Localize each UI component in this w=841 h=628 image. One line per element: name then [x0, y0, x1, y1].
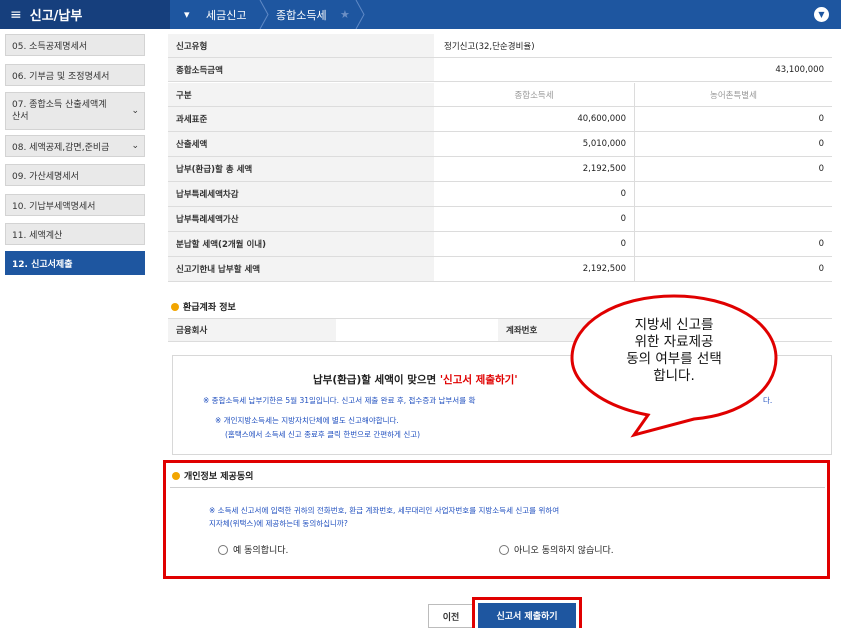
sidebar-item-label: 12. 신고서제출: [12, 259, 73, 270]
row-label: 분납할 세액(2개월 이내): [168, 232, 434, 256]
sidebar-item-06[interactable]: 06. 기부금 및 조정명세서: [5, 64, 145, 86]
prev-button[interactable]: 이전: [428, 604, 474, 628]
privacy-consent-box: 개인정보 제공동의 ※ 소득세 신고서에 입력한 귀하의 전화번호, 환급 계좌…: [163, 460, 830, 579]
table-row: 신고기한내 납부할 세액 2,192,500 0: [168, 257, 832, 282]
balloon-text: 지방세 신고를 위한 자료제공 동의 여부를 선택 합니다.: [626, 317, 722, 384]
top-navigation-bar: ≡ 신고/납부 ▾ 세금신고 종합소득세 ★ ▼: [0, 0, 841, 29]
radio-circle-icon[interactable]: [218, 544, 228, 555]
consent-divider: [170, 487, 825, 488]
sidebar: 05. 소득공제명세서 06. 기부금 및 조정명세서 07. 종합소득 산출세…: [0, 29, 148, 628]
breadcrumb-toggle-icon[interactable]: ▾: [184, 0, 190, 29]
income-tax-value: 0: [620, 214, 626, 224]
sidebar-item-08[interactable]: 08. 세액공제,감면,준비금 ⌄: [5, 135, 145, 157]
chevron-down-icon[interactable]: ⌄: [131, 105, 139, 117]
filing-type-value: 정기신고(32,단순경비율): [444, 41, 535, 52]
row-label: 신고유형: [168, 34, 434, 57]
consent-text-line1: ※ 소득세 신고서에 입력한 귀하의 전화번호, 환급 계좌번호, 세무대리인 …: [209, 506, 560, 515]
rural-tax-value: 0: [634, 157, 832, 181]
sidebar-item-05[interactable]: 05. 소득공제명세서: [5, 34, 145, 56]
notice-local-tax-hint: (홈택스에서 소득세 신고 종료후 클릭 한번으로 간편하게 신고): [225, 430, 421, 439]
chevron-down-icon[interactable]: ⌄: [131, 141, 139, 151]
income-tax-value: 2,192,500: [582, 164, 626, 174]
breadcrumb-income-tax[interactable]: 종합소득세: [276, 0, 327, 29]
consent-section-title: 개인정보 제공동의: [172, 469, 253, 482]
summary-row-filing-type: 신고유형 정기신고(32,단순경비율): [168, 34, 832, 58]
sidebar-item-09[interactable]: 09. 가산세명세서: [5, 164, 145, 186]
hamburger-menu-icon[interactable]: ≡: [10, 7, 22, 23]
sidebar-item-11[interactable]: 11. 세액계산: [5, 223, 145, 245]
notice-local-tax-text: ※ 개인지방소득세는 지방자치단체에 별도 신고해야합니다.: [215, 416, 399, 425]
sidebar-item-label: 09. 가산세명세서: [12, 171, 79, 182]
rural-tax-value: 0: [634, 107, 832, 131]
income-tax-value: 0: [620, 239, 626, 249]
table-header-row: 구분 종합소득세 농어촌특별세: [168, 83, 832, 107]
table-row: 과세표준 40,600,000 0: [168, 107, 832, 132]
row-label: 납부특례세액차감: [168, 182, 434, 206]
income-value: 43,100,000: [775, 64, 824, 75]
sidebar-item-label: 08. 세액공제,감면,준비금: [12, 142, 110, 153]
bullet-icon: [172, 471, 180, 480]
disagree-radio[interactable]: 아니오 동의하지 않습니다.: [499, 543, 614, 556]
radio-circle-icon[interactable]: [499, 544, 509, 555]
table-row: 산출세액 5,010,000 0: [168, 132, 832, 157]
bank-label: 금융회사: [168, 319, 336, 341]
income-tax-value: 40,600,000: [577, 114, 626, 124]
table-row: 납부(환급)할 총 세액 2,192,500 0: [168, 157, 832, 182]
rural-tax-value: [634, 182, 832, 206]
row-label: 과세표준: [168, 107, 434, 131]
rural-tax-value: 0: [634, 257, 832, 281]
income-tax-value: 2,192,500: [582, 264, 626, 274]
table-row: 분납할 세액(2개월 이내) 0 0: [168, 232, 832, 257]
menu-header[interactable]: ≡ 신고/납부: [0, 0, 170, 29]
speech-balloon: 지방세 신고를 위한 자료제공 동의 여부를 선택 합니다.: [568, 293, 780, 438]
row-label: 신고기한내 납부할 세액: [168, 257, 434, 281]
sidebar-item-label: 11. 세액계산: [12, 230, 63, 241]
row-label: 종합소득금액: [168, 58, 434, 81]
summary-row-income: 종합소득금액 43,100,000: [168, 58, 832, 82]
column-header-label: 구분: [168, 83, 434, 106]
column-header-income-tax: 종합소득세: [514, 90, 554, 101]
favorite-star-icon[interactable]: ★: [340, 0, 350, 29]
rural-tax-value: 0: [634, 232, 832, 256]
table-row: 납부특례세액가산 0: [168, 207, 832, 232]
collapse-circle-icon[interactable]: ▼: [814, 7, 829, 22]
breadcrumb-separator-icon: [258, 0, 270, 29]
sidebar-item-12[interactable]: 12. 신고서제출: [5, 251, 145, 275]
sidebar-item-label: 07. 종합소득 산출세액계 산서: [12, 100, 107, 122]
notice-deadline-text: ※ 종합소득세 납부기한은 5월 31일입니다. 신고서 제출 완료 후, 접수…: [203, 396, 476, 405]
sidebar-item-10[interactable]: 10. 기납부세액명세서: [5, 194, 145, 216]
rural-tax-value: 0: [634, 132, 832, 156]
rural-tax-value: [634, 207, 832, 231]
menu-title: 신고/납부: [29, 9, 83, 24]
breadcrumb-separator-icon: [354, 0, 366, 29]
row-label: 산출세액: [168, 132, 434, 156]
bullet-icon: [171, 302, 179, 311]
bank-value[interactable]: [336, 319, 498, 341]
sidebar-item-07[interactable]: 07. 종합소득 산출세액계 산서 ⌄: [5, 92, 145, 130]
sidebar-item-label: 06. 기부금 및 조정명세서: [12, 71, 110, 82]
column-header-rural-tax: 농어촌특별세: [634, 83, 832, 106]
submit-return-button[interactable]: 신고서 제출하기: [478, 603, 576, 628]
table-row: 납부특례세액차감 0: [168, 182, 832, 207]
refund-section-title: 환급계좌 정보: [171, 300, 236, 313]
row-label: 납부특례세액가산: [168, 207, 434, 231]
row-label: 납부(환급)할 총 세액: [168, 157, 434, 181]
agree-radio[interactable]: 예 동의합니다.: [218, 543, 288, 556]
income-tax-value: 0: [620, 189, 626, 199]
breadcrumb-tax-filing[interactable]: 세금신고: [206, 0, 246, 29]
notice-headline: 납부(환급)할 세액이 맞으면 '신고서 제출하기': [313, 374, 518, 386]
sidebar-item-label: 10. 기납부세액명세서: [12, 201, 96, 212]
sidebar-item-label: 05. 소득공제명세서: [12, 41, 88, 52]
consent-text-line2: 지자체(위택스)에 제공하는데 동의하십니까?: [209, 519, 348, 528]
income-tax-value: 5,010,000: [582, 139, 626, 149]
